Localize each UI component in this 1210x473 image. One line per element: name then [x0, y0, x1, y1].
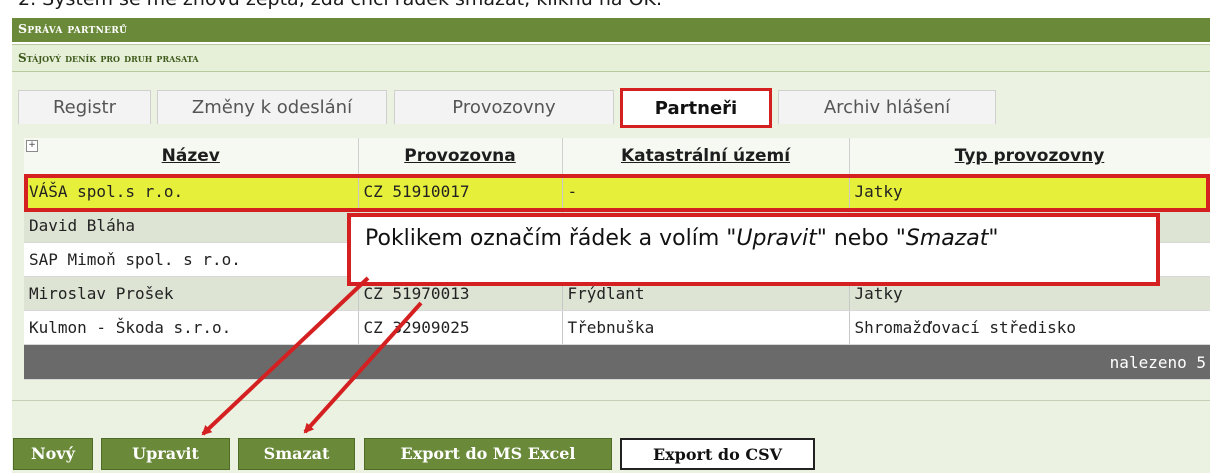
edit-button[interactable]: Upravit: [101, 438, 230, 470]
tab-registr[interactable]: Registr: [18, 90, 151, 124]
callout-delete-word: Smazat: [905, 226, 989, 251]
instruction-callout: Poklikem označím řádek a volím "Upravit"…: [347, 213, 1160, 286]
cell-katastr: Třebnuška: [562, 310, 850, 345]
table-row[interactable]: Kulmon - Škoda s.r.o. CZ 32909025 Třebnu…: [24, 310, 1210, 345]
delete-button[interactable]: Smazat: [238, 438, 355, 470]
cell-typ: Shromažďovací středisko: [849, 310, 1210, 345]
app-title: Správa partnerů: [12, 18, 1210, 42]
document-caption: 2. Systém se mě znovu zeptá, zda chci řá…: [0, 0, 1210, 16]
callout-text-middle: " nebo ": [816, 226, 906, 251]
cell-typ: Jatky: [849, 174, 1210, 209]
tab-zmeny-k-odeslani[interactable]: Změny k odeslání: [157, 90, 387, 124]
module-subtitle: Stájový deník pro druh prasata: [12, 44, 1210, 72]
column-header-typ[interactable]: Typ provozovny: [849, 138, 1210, 175]
column-header-nazev[interactable]: Název: [24, 138, 359, 175]
new-button[interactable]: Nový: [13, 438, 93, 470]
table-row[interactable]: VÁŠA spol.s r.o. CZ 51910017 - Jatky: [24, 174, 1210, 209]
plus-box-icon[interactable]: +: [26, 140, 38, 152]
column-header-katastr[interactable]: Katastrální území: [562, 138, 850, 175]
table-footer: nalezeno 5: [24, 344, 1210, 380]
tab-archiv-hlaseni[interactable]: Archiv hlášení: [778, 90, 996, 124]
tab-strip: Registr Změny k odeslání Provozovny Part…: [12, 86, 1210, 128]
cell-nazev: Miroslav Prošek: [24, 276, 359, 311]
cell-nazev: David Bláha: [24, 208, 359, 243]
export-csv-button[interactable]: Export do CSV: [620, 438, 815, 470]
cell-provozovna: CZ 32909025: [358, 310, 563, 345]
column-header-provozovna[interactable]: Provozovna: [358, 138, 563, 175]
cell-provozovna: CZ 51910017: [358, 174, 563, 209]
cell-nazev: VÁŠA spol.s r.o.: [24, 174, 359, 209]
callout-text-start: Poklikem označím řádek a volím ": [365, 226, 737, 251]
cell-nazev: Kulmon - Škoda s.r.o.: [24, 310, 359, 345]
callout-edit-word: Upravit: [736, 226, 817, 251]
tab-provozovny[interactable]: Provozovny: [394, 90, 614, 124]
cell-katastr: -: [562, 174, 850, 209]
tab-partneri[interactable]: Partneři: [620, 88, 772, 128]
export-excel-button[interactable]: Export do MS Excel: [364, 438, 612, 470]
table-header-row: Název Provozovna Katastrální území Typ p…: [24, 138, 1210, 175]
cell-nazev: SAP Mimoň spol. s r.o.: [24, 242, 359, 277]
callout-text-end: ": [988, 226, 999, 251]
results-count: nalezeno 5: [24, 344, 1210, 380]
